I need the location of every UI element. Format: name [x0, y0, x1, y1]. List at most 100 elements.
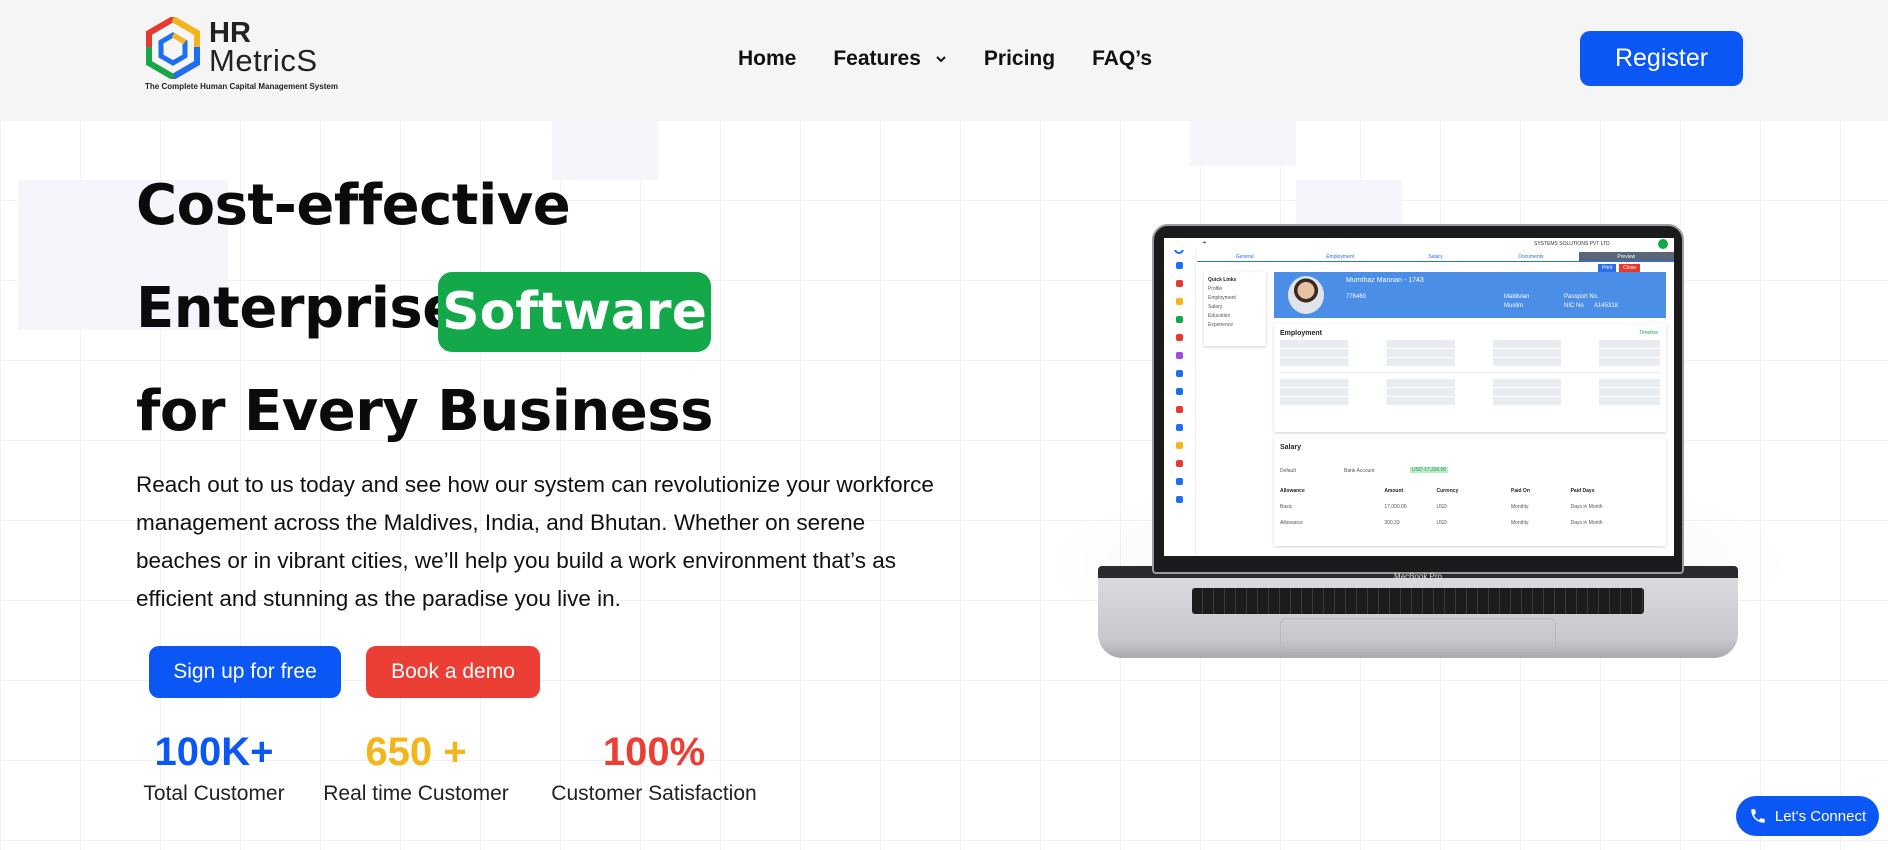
cell: 17,000.00	[1384, 504, 1407, 510]
laptop-trackpad	[1280, 618, 1556, 652]
tab-salary[interactable]: Salary	[1388, 252, 1483, 261]
cell: Monthly	[1510, 504, 1529, 510]
cell: Basic	[1280, 504, 1293, 510]
col-header: Allowance	[1280, 488, 1305, 494]
cell: Monthly	[1510, 520, 1529, 526]
stat-total-customer: 100K+ Total Customer	[136, 728, 292, 806]
tab-employment[interactable]: Employment	[1292, 252, 1387, 261]
tab-documents[interactable]: Documents	[1483, 252, 1578, 261]
register-button[interactable]: Register	[1580, 31, 1743, 86]
phone-icon	[1751, 809, 1765, 823]
employment-card: Employment Timeline	[1274, 324, 1666, 432]
pay-through: Bank Account	[1344, 468, 1375, 474]
app-tabs: General Employment Salary Documents Prev…	[1197, 252, 1674, 262]
quick-links-panel: Quick Links Profile Employment Salary Ed…	[1204, 272, 1266, 346]
lets-connect-button[interactable]: Let's Connect	[1736, 796, 1879, 836]
sidebar-icon	[1176, 496, 1183, 503]
site-header: HR MetricS The Complete Human Capital Ma…	[0, 0, 1888, 121]
info-row	[1280, 397, 1660, 405]
hero-title-line2: Enterprise	[136, 276, 460, 341]
hero-description: Reach out to us today and see how our sy…	[136, 472, 934, 611]
preview-actions: Print Close	[1598, 264, 1641, 272]
stat-value: 100K+	[154, 730, 274, 774]
employee-nationality: Maldivian	[1504, 294, 1530, 300]
quick-links-title: Quick Links	[1208, 277, 1237, 283]
background-block	[1296, 180, 1402, 226]
close-button[interactable]: Close	[1619, 264, 1641, 272]
nav-features[interactable]: Features	[833, 47, 947, 71]
cell: Days in Month	[1570, 520, 1603, 526]
print-button[interactable]: Print	[1598, 264, 1617, 272]
logo-metrics-text: MetricS	[209, 43, 318, 78]
passport-label: Passport No.	[1564, 294, 1599, 300]
sidebar-icon	[1176, 370, 1183, 377]
employee-photo	[1288, 276, 1324, 314]
nav-faqs[interactable]: FAQ’s	[1092, 47, 1152, 71]
signup-button[interactable]: Sign up for free	[149, 646, 341, 698]
main-nav: Home Features Pricing FAQ’s	[738, 46, 1189, 72]
stat-label: Customer Satisfaction	[551, 782, 757, 805]
total-salary-badge: USD 17,336.00	[1410, 467, 1449, 473]
background-block	[552, 120, 658, 180]
stat-label: Real time Customer	[323, 782, 509, 805]
sidebar-icon	[1176, 352, 1183, 359]
stat-value: 100%	[602, 730, 706, 774]
nav-home-label: Home	[738, 47, 797, 70]
cell: USD	[1436, 504, 1448, 510]
nav-faqs-label: FAQ’s	[1092, 47, 1152, 70]
tab-general[interactable]: General	[1197, 252, 1292, 261]
sidebar-icon	[1176, 298, 1183, 305]
sidebar-icon	[1176, 388, 1183, 395]
employment-title: Employment	[1280, 330, 1323, 337]
user-avatar[interactable]	[1658, 239, 1668, 249]
sidebar-icon	[1176, 424, 1183, 431]
quick-link[interactable]: Profile	[1208, 285, 1262, 294]
stat-value: 650 +	[365, 730, 467, 774]
laptop-model-label: MacBook Pro	[1393, 572, 1443, 581]
laptop-screen: ➔ SYSTEMS SOLUTIONS PVT LTD General Empl…	[1164, 238, 1674, 556]
divider	[1280, 372, 1660, 373]
employee-name: Mumthaz Mannan - 1743	[1346, 277, 1424, 284]
col-header: Paid On	[1510, 488, 1530, 494]
back-arrow-icon[interactable]: ➔	[1202, 240, 1206, 246]
nav-features-label: Features	[833, 47, 921, 70]
logo[interactable]: HR MetricS The Complete Human Capital Ma…	[145, 17, 338, 95]
book-demo-button[interactable]: Book a demo	[366, 646, 540, 698]
hero-title-line3: for Every Business	[136, 379, 713, 444]
table-row: Basic 17,000.00 USD Monthly Days in Mont…	[1280, 504, 1660, 510]
sidebar-icon	[1176, 262, 1183, 269]
employee-religion: Muslim	[1504, 303, 1523, 309]
salary-table-header: Allowance Amount Currency Paid On Paid D…	[1280, 488, 1660, 494]
app-sidebar	[1164, 238, 1196, 556]
tab-preview[interactable]: Preview	[1578, 252, 1674, 261]
quick-link[interactable]: Salary	[1208, 303, 1262, 312]
salary-card: Salary Default Bank Account USD 17,336.0…	[1274, 438, 1666, 546]
timeline-link[interactable]: Timeline	[1639, 330, 1658, 336]
nic-label: NIC No	[1564, 303, 1584, 309]
stat-realtime-customer: 650 + Real time Customer	[316, 728, 516, 806]
company-name: SYSTEMS SOLUTIONS PVT LTD	[1534, 241, 1610, 247]
hero-title-line1: Cost-effective	[136, 173, 571, 238]
stat-customer-satisfaction: 100% Customer Satisfaction	[541, 728, 767, 806]
quick-link[interactable]: Education	[1208, 312, 1262, 321]
info-row	[1280, 388, 1660, 396]
col-header: Amount	[1384, 488, 1404, 494]
table-row: Allowance 300.33 USD Monthly Days in Mon…	[1280, 520, 1660, 526]
employee-profile-banner: Mumthaz Mannan - 1743 776460 Maldivian M…	[1274, 272, 1666, 318]
info-row	[1280, 379, 1660, 387]
col-header: Paid Days	[1570, 488, 1595, 494]
sidebar-icon	[1176, 460, 1183, 467]
laptop-lid: ➔ SYSTEMS SOLUTIONS PVT LTD General Empl…	[1152, 224, 1684, 574]
background-block	[1190, 120, 1296, 166]
stat-label: Total Customer	[143, 782, 285, 805]
nav-home[interactable]: Home	[738, 47, 796, 71]
nic-value: A145318	[1594, 303, 1619, 309]
info-row	[1280, 349, 1660, 357]
logo-tagline: The Complete Human Capital Management Sy…	[145, 82, 338, 91]
nav-pricing[interactable]: Pricing	[984, 47, 1055, 71]
sidebar-icon	[1176, 334, 1183, 341]
quick-link[interactable]: Experience	[1208, 321, 1262, 330]
quick-link[interactable]: Employment	[1208, 294, 1262, 303]
cell: 300.33	[1384, 520, 1400, 526]
sidebar-icon	[1176, 442, 1183, 449]
